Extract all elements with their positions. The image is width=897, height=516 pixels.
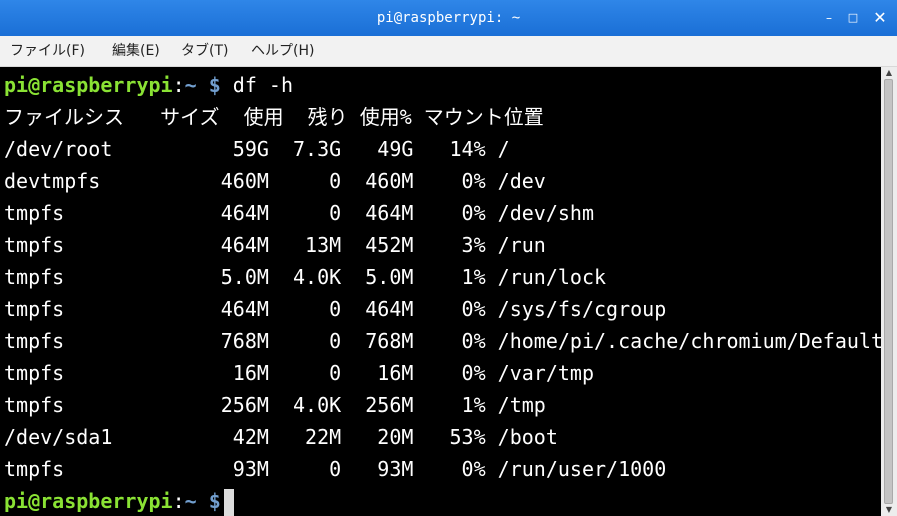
prompt-path: ~ — [184, 489, 197, 513]
terminal-output[interactable]: pi@raspberrypi:~ $ df -h ファイルシス サイズ 使用 残… — [0, 67, 881, 516]
df-header: ファイルシス サイズ 使用 残り 使用% マウント位置 — [4, 105, 544, 129]
df-row: tmpfs 93M 0 93M 0% /run/user/1000 — [4, 457, 667, 481]
prompt-symbol: $ — [196, 489, 221, 513]
prompt-separator: : — [172, 73, 185, 97]
prompt-symbol: $ — [196, 73, 221, 97]
menu-help[interactable]: ヘルプ(H) — [251, 36, 314, 66]
vertical-scrollbar[interactable]: ▲ ▼ — [881, 67, 897, 516]
menu-tabs[interactable]: タブ(T) — [181, 36, 228, 66]
scroll-up-icon[interactable]: ▲ — [881, 67, 897, 79]
df-row: tmpfs 464M 0 464M 0% /dev/shm — [4, 201, 595, 225]
prompt-separator: : — [172, 489, 185, 513]
df-row: tmpfs 5.0M 4.0K 5.0M 1% /run/lock — [4, 265, 607, 289]
prompt-user: pi@raspberrypi — [4, 73, 173, 97]
text-cursor — [223, 489, 234, 516]
command-text: df -h — [220, 73, 294, 97]
df-row: tmpfs 464M 13M 452M 3% /run — [4, 233, 546, 257]
close-button[interactable]: ✕ — [869, 0, 891, 36]
command-line: pi@raspberrypi:~ $ df -h — [4, 69, 293, 101]
menu-bar: ファイル(F) 編集(E) タブ(T) ヘルプ(H) — [0, 36, 897, 67]
minimize-button[interactable]: – — [818, 0, 840, 36]
df-row: tmpfs 768M 0 768M 0% /home/pi/.cache/chr… — [4, 329, 881, 353]
df-row: tmpfs 464M 0 464M 0% /sys/fs/cgroup — [4, 297, 667, 321]
scroll-down-icon[interactable]: ▼ — [881, 504, 897, 516]
prompt-path: ~ — [184, 73, 197, 97]
prompt-user: pi@raspberrypi — [4, 489, 173, 513]
df-row: devtmpfs 460M 0 460M 0% /dev — [4, 169, 546, 193]
df-row: tmpfs 16M 0 16M 0% /var/tmp — [4, 361, 595, 385]
terminal-window: pi@raspberrypi: ~ – □ ✕ ファイル(F) 編集(E) タブ… — [0, 0, 897, 516]
df-row: /dev/root 59G 7.3G 49G 14% / — [4, 137, 510, 161]
menu-file[interactable]: ファイル(F) — [10, 36, 85, 66]
scroll-thumb[interactable] — [884, 79, 893, 504]
df-row: /dev/sda1 42M 22M 20M 53% /boot — [4, 425, 558, 449]
maximize-button[interactable]: □ — [842, 0, 864, 36]
menu-edit[interactable]: 編集(E) — [112, 36, 160, 66]
title-bar[interactable]: pi@raspberrypi: ~ – □ ✕ — [0, 0, 897, 36]
window-title: pi@raspberrypi: ~ — [376, 10, 521, 26]
df-row: tmpfs 256M 4.0K 256M 1% /tmp — [4, 393, 546, 417]
prompt-line: pi@raspberrypi:~ $ — [4, 485, 234, 516]
